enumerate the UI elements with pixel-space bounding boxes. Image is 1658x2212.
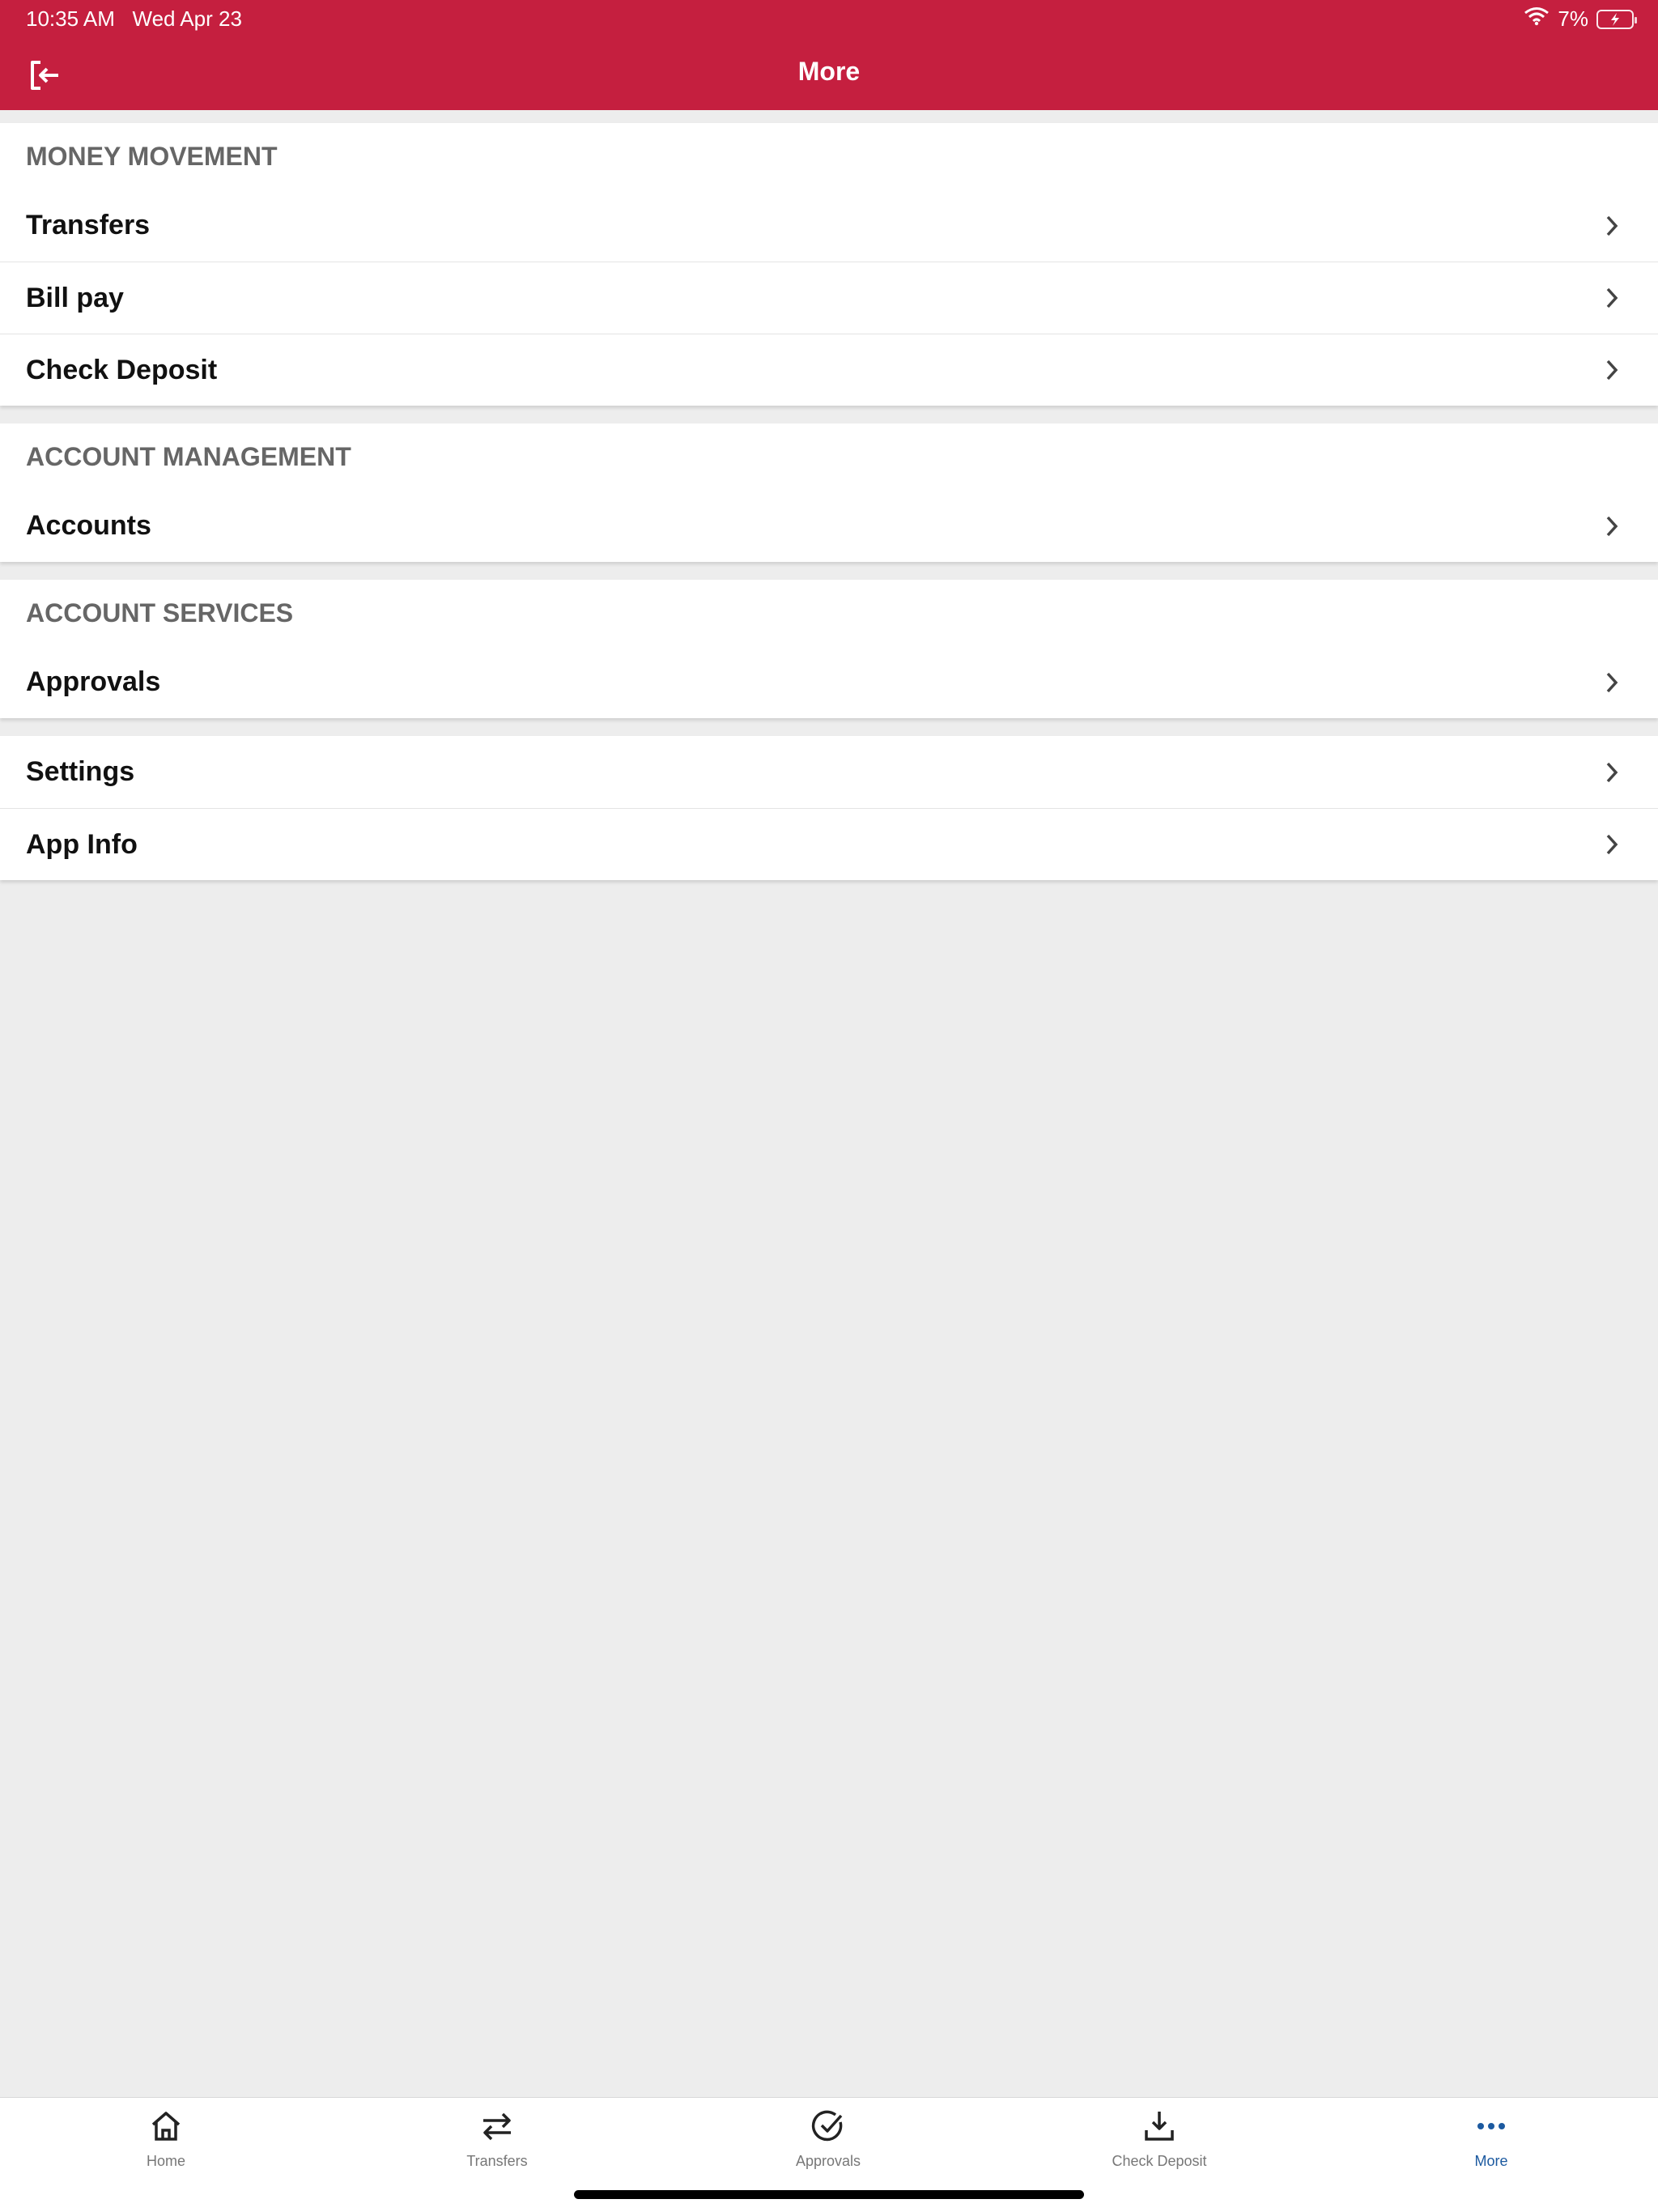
app-header: 10:35 AM Wed Apr 23 7% More [0,0,1658,110]
more-dots-icon [1477,2123,1505,2129]
chevron-right-icon [1606,215,1618,236]
chevron-right-icon [1606,359,1618,381]
section-account-management: ACCOUNT MANAGEMENT Accounts [0,423,1658,562]
chevron-right-icon [1606,834,1618,855]
home-icon [151,2112,181,2141]
page-title: More [797,57,861,86]
section-account-services: ACCOUNT SERVICES Approvals [0,580,1658,718]
tab-check-deposit[interactable]: Check Deposit [1038,2109,1281,2170]
home-indicator [574,2190,1084,2199]
chevron-right-icon [1606,762,1618,782]
tab-home[interactable]: Home [45,2109,287,2170]
status-icons: 7% [1524,6,1637,32]
section-money-movement: MONEY MOVEMENT Transfers Bill pay Check … [0,123,1658,406]
menu-item-check-deposit[interactable]: Check Deposit [0,334,1658,406]
tab-label: Transfers [466,2153,528,2169]
download-tray-icon [1145,2112,1174,2141]
tab-label: Approvals [795,2153,861,2169]
section-header: MONEY MOVEMENT [26,141,278,171]
menu-item-label: Check Deposit [26,354,218,385]
transfer-arrows-icon [483,2112,511,2141]
battery-charging-icon [1596,9,1637,29]
check-circle-icon [811,2110,843,2142]
menu-item-label: Approvals [26,666,161,697]
battery-percent: 7% [1558,6,1588,31]
tab-transfers[interactable]: Transfers [376,2109,619,2170]
menu-item-label: Accounts [26,510,151,541]
tab-label: Home [146,2153,185,2169]
menu-item-accounts[interactable]: Accounts [0,490,1658,562]
menu-item-bill-pay[interactable]: Bill pay [0,262,1658,334]
tab-label: More [1474,2153,1508,2169]
menu-item-settings[interactable]: Settings [0,736,1658,808]
status-time: 10:35 AM Wed Apr 23 [26,6,242,31]
wifi-icon [1524,6,1550,32]
tab-label: Check Deposit [1112,2153,1207,2169]
section-header: ACCOUNT SERVICES [26,598,294,627]
chevron-right-icon [1606,672,1618,692]
chevron-right-icon [1606,516,1618,536]
menu-item-label: App Info [26,828,138,860]
section-settings: Settings App Info [0,736,1658,880]
menu-item-app-info[interactable]: App Info [0,808,1658,880]
menu-item-label: Transfers [26,210,151,240]
menu-item-label: Settings [26,756,135,787]
menu-item-approvals[interactable]: Approvals [0,646,1658,718]
section-header: ACCOUNT MANAGEMENT [26,441,351,471]
tab-more[interactable]: More [1370,2109,1613,2170]
menu-item-label: Bill pay [26,282,124,313]
menu-item-transfers[interactable]: Transfers [0,189,1658,262]
chevron-right-icon [1606,287,1618,308]
tab-approvals[interactable]: Approvals [707,2109,950,2170]
